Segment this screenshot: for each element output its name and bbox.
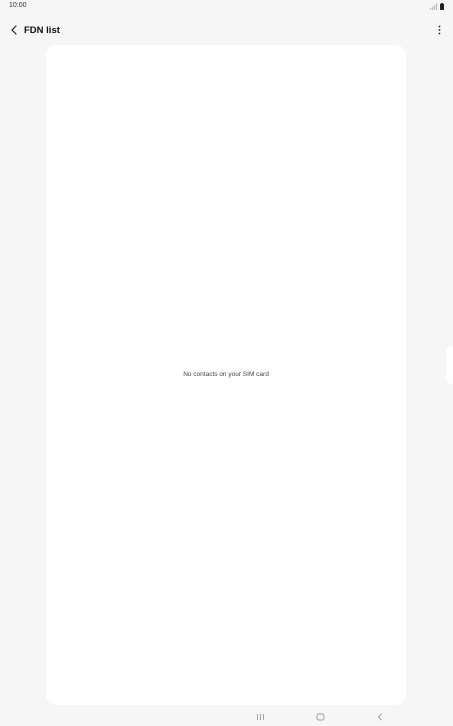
system-back-button[interactable] [372,710,388,724]
page-title: FDN list [24,25,60,36]
navigation-bar [0,708,453,726]
more-vertical-icon [438,22,441,40]
recents-button[interactable] [252,710,268,724]
edge-panel-handle[interactable] [446,346,453,384]
status-icons [430,2,444,10]
app-bar: FDN list [0,20,453,42]
chevron-left-icon [10,22,18,40]
empty-state-message: No contacts on your SIM card [183,371,269,378]
home-button[interactable] [312,710,328,724]
fdn-list-card: No contacts on your SIM card [46,45,406,705]
signal-icon [430,0,438,15]
recents-icon [256,708,265,726]
more-options-button[interactable] [433,23,445,39]
status-bar: 10:00 [0,0,453,12]
back-icon [376,708,384,726]
battery-icon [440,0,444,15]
back-button[interactable] [6,23,22,39]
home-icon [316,708,325,726]
status-time: 10:00 [9,2,27,9]
